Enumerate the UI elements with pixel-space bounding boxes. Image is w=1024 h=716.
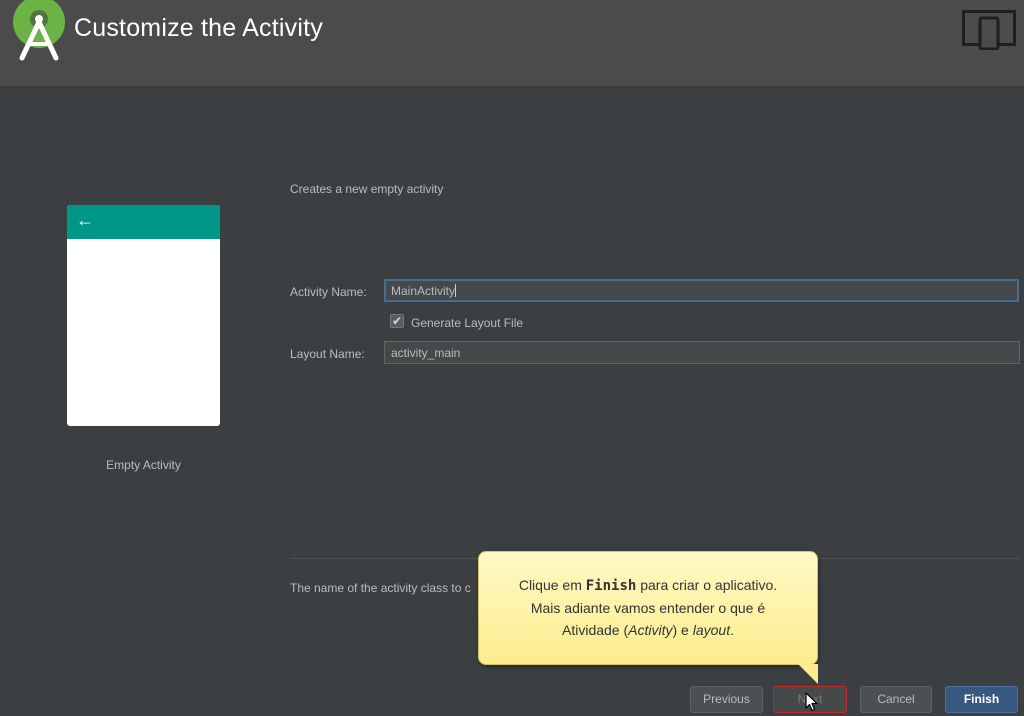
tooltip-line-1: Clique em Finish para criar o aplicativo…: [518, 577, 778, 594]
layout-name-field[interactable]: activity_main: [384, 341, 1020, 364]
cancel-button[interactable]: Cancel: [860, 686, 932, 713]
activity-name-label: Activity Name:: [290, 285, 367, 299]
generate-layout-checkbox[interactable]: ✔: [390, 314, 404, 328]
tablet-phone-icon: [962, 10, 1016, 50]
tooltip-line-2: Mais adiante vamos entender o que é: [530, 600, 766, 616]
help-text: The name of the activity class to c: [290, 581, 471, 595]
finish-button[interactable]: Finish: [945, 686, 1018, 713]
activity-name-field[interactable]: MainActivity: [384, 279, 1019, 302]
layout-name-label: Layout Name:: [290, 347, 365, 361]
instruction-tooltip: Clique em Finish para criar o aplicativo…: [478, 551, 818, 665]
activity-preview: ←: [67, 205, 220, 426]
wizard-header: Customize the Activity: [0, 0, 1024, 86]
previous-button[interactable]: Previous: [690, 686, 763, 713]
layout-name-value: activity_main: [391, 346, 461, 360]
page-title: Customize the Activity: [74, 14, 323, 42]
tooltip-pointer: [798, 664, 818, 684]
generate-layout-label[interactable]: Generate Layout File: [411, 316, 523, 330]
template-description: Creates a new empty activity: [290, 182, 444, 196]
mouse-cursor-icon: [805, 692, 818, 712]
template-name: Empty Activity: [106, 458, 181, 472]
activity-name-value: MainActivity: [391, 284, 456, 298]
back-arrow-icon: ←: [76, 210, 94, 230]
preview-app-bar: ←: [67, 205, 220, 239]
tooltip-line-3: Atividade (Activity) e layout.: [562, 622, 734, 638]
text-caret: [455, 284, 457, 297]
android-studio-icon: [13, 0, 65, 61]
